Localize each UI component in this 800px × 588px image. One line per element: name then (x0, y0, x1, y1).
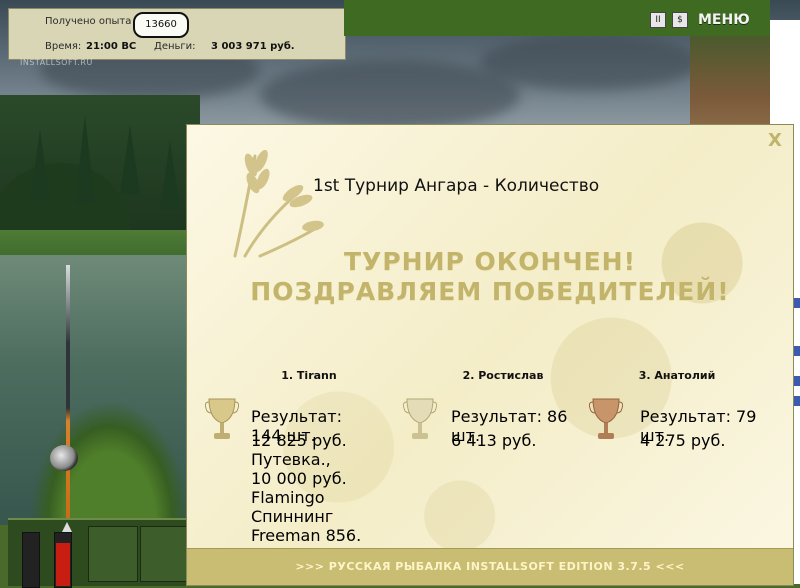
tension-meter (22, 532, 40, 588)
shop-button[interactable]: $ (672, 12, 688, 28)
time-value: 21:00 ВС (86, 41, 137, 52)
winner-3-name: 3. Анатолий (607, 369, 747, 382)
tree (75, 115, 95, 205)
cloud (480, 35, 700, 90)
marker (794, 376, 800, 386)
exp-label: Получено опыта (45, 16, 132, 27)
money-value: 3 003 971 руб. (211, 41, 295, 52)
line-meter (54, 532, 72, 588)
fishing-rod[interactable] (50, 265, 78, 525)
reel-icon[interactable] (50, 445, 78, 471)
bottom-controls (8, 518, 190, 588)
tree (160, 140, 180, 210)
headline-line-1: ТУРНИР ОКОНЧЕН! (344, 247, 636, 276)
rod-blank (66, 265, 70, 525)
tree (30, 130, 50, 200)
winner-name: 2. Ростислав (462, 369, 544, 382)
exp-value: 13660 (133, 12, 189, 38)
winner-3-prize: 4 275 руб. (640, 431, 760, 450)
money-label: Деньги: (154, 41, 196, 52)
menu-button[interactable]: МЕНЮ (694, 12, 750, 28)
bait-slot-button[interactable] (140, 526, 190, 582)
wheat-icon (233, 149, 324, 258)
prize-line: 12 825 руб. Путевка., (251, 431, 347, 469)
winner-name: 3. Анатолий (638, 369, 716, 382)
prize-line: 4 275 руб. (640, 431, 726, 450)
close-button[interactable]: X (765, 131, 785, 151)
trophy-silver-icon (403, 398, 437, 439)
marker (794, 346, 800, 356)
rod-slot-button[interactable] (88, 526, 138, 582)
time-label: Время: (45, 41, 82, 52)
watermark: INSTALLSOFT.RU (20, 58, 93, 67)
winner-2-name: 2. Ростислав (433, 369, 573, 382)
winner-1-prize: 12 825 руб. Путевка., 10 000 руб. Flamin… (251, 431, 391, 545)
headline-line-2: ПОЗДРАВЛЯЕМ ПОБЕДИТЕЛЕЙ! (250, 277, 730, 306)
tournament-dialog: X 1st Турнир Ангара - Количество ТУРНИР … (186, 124, 794, 586)
trophy-gold-icon (205, 398, 239, 439)
tree (120, 125, 140, 195)
arrow-up-icon[interactable] (62, 522, 72, 532)
pause-button[interactable]: II (650, 12, 666, 28)
hud-panel: Получено опыта 13660 Время: 21:00 ВС Ден… (8, 8, 346, 60)
dialog-title: 1st Турнир Ангара - Количество (313, 176, 600, 196)
marker (794, 298, 800, 308)
top-buttons: II $ МЕНЮ (650, 8, 750, 32)
prize-line: 6 413 руб. (451, 431, 537, 450)
headline: ТУРНИР ОКОНЧЕН! ПОЗДРАВЛЯЕМ ПОБЕДИТЕЛЕЙ! (187, 247, 793, 307)
winner-name: 1. Tirann (281, 369, 337, 382)
prize-line: Спиннинг Freeman 856. (251, 507, 362, 545)
winner-1-name: 1. Tirann (239, 369, 379, 382)
marker (794, 396, 800, 406)
cloud (260, 60, 520, 130)
meter-fill (56, 542, 70, 586)
trophy-bronze-icon (589, 398, 623, 439)
winner-2-prize: 6 413 руб. (451, 431, 571, 450)
version-footer: >>> РУССКАЯ РЫБАЛКА INSTALLSOFT EDITION … (187, 548, 793, 585)
prize-line: 10 000 руб. Flamingo (251, 469, 347, 507)
